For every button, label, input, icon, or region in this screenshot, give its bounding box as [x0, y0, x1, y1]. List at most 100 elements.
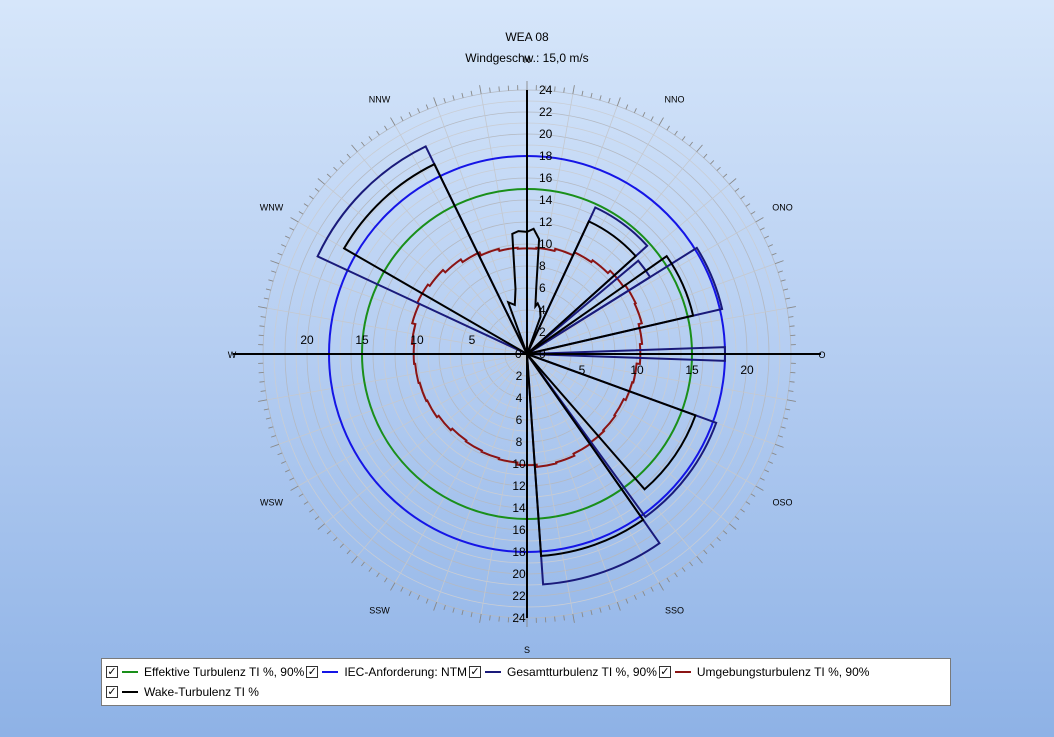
- legend-checkbox[interactable]: ✓: [306, 666, 319, 678]
- outer-tick: [258, 306, 268, 309]
- legend-swatch: [122, 691, 138, 693]
- outer-tick: [581, 612, 584, 618]
- outer-tick: [390, 582, 396, 591]
- radial-tick-label: 18: [512, 545, 526, 559]
- radial-tick-label: 6: [516, 413, 523, 427]
- outer-tick: [263, 408, 269, 411]
- outer-tick: [361, 561, 365, 567]
- outer-tick: [780, 279, 786, 282]
- outer-tick: [788, 390, 794, 392]
- legend-swatch: [674, 671, 691, 673]
- legend-item-effektive[interactable]: ✓ Effektive Turbulenz TI %, 90%: [106, 665, 304, 679]
- outer-tick: [745, 203, 751, 207]
- outer-tick: [710, 543, 715, 548]
- outer-tick: [722, 173, 728, 178]
- legend-label: Gesamtturbulenz TI %, 90%: [507, 665, 657, 679]
- radial-tick-label: 2: [539, 325, 546, 339]
- outer-tick: [572, 613, 575, 623]
- legend-checkbox[interactable]: ✓: [106, 686, 118, 698]
- outer-tick: [260, 316, 266, 318]
- outer-tick: [599, 95, 602, 101]
- outer-tick: [400, 116, 404, 122]
- legend-item-umgebung[interactable]: ✓ Umgebungsturbulenz TI %, 90%: [658, 665, 870, 679]
- polar-chart: 2244668810101212141416161818202022222424…: [228, 55, 826, 655]
- horizontal-tick-label: 5: [579, 363, 586, 377]
- outer-tick: [703, 549, 708, 555]
- outer-tick: [599, 607, 602, 613]
- direction-label: SSO: [665, 605, 684, 615]
- legend-checkbox[interactable]: ✓: [658, 666, 671, 678]
- outer-tick: [783, 417, 789, 420]
- outer-tick: [780, 426, 786, 429]
- legend-swatch: [122, 671, 138, 673]
- outer-tick: [681, 567, 686, 572]
- outer-tick: [764, 469, 769, 473]
- radial-tick-label: 16: [512, 523, 526, 537]
- outer-tick: [674, 572, 678, 578]
- chart-title: WEA 08: [505, 30, 549, 44]
- outer-tick: [289, 227, 295, 231]
- outer-tick: [489, 87, 491, 93]
- direction-label: WSW: [260, 498, 283, 508]
- outer-tick: [390, 117, 396, 126]
- legend-checkbox[interactable]: ✓: [106, 666, 118, 678]
- outer-tick: [674, 130, 678, 136]
- horizontal-tick-label: 20: [740, 363, 754, 377]
- outer-tick: [298, 211, 304, 215]
- outer-tick: [285, 235, 290, 239]
- horizontal-tick-label: 10: [410, 333, 424, 347]
- outer-tick: [408, 112, 412, 117]
- outer-tick: [696, 144, 703, 153]
- outer-tick: [745, 501, 751, 505]
- outer-tick: [317, 178, 326, 185]
- outer-tick: [755, 485, 764, 491]
- outer-tick: [616, 97, 621, 107]
- legend-item-gesamt[interactable]: ✓ Gesamtturbulenz TI %, 90%: [469, 665, 657, 679]
- outer-tick: [326, 173, 332, 178]
- outer-tick: [333, 166, 338, 171]
- outer-tick: [425, 598, 429, 604]
- legend-label: Umgebungsturbulenz TI %, 90%: [696, 665, 870, 679]
- outer-tick: [771, 452, 777, 456]
- outer-tick: [489, 615, 491, 621]
- outer-tick: [740, 508, 745, 513]
- outer-tick: [740, 195, 745, 200]
- radial-tick-label: 4: [516, 391, 523, 405]
- grid-spoke: [278, 353, 528, 445]
- direction-label: SSW: [369, 605, 390, 615]
- legend-checkbox[interactable]: ✓: [469, 666, 482, 678]
- outer-tick: [277, 252, 283, 256]
- chart-subtitle: Windgeschw.: 15,0 m/s: [465, 51, 589, 65]
- radial-tick-label: 12: [539, 215, 553, 229]
- outer-tick: [498, 86, 500, 92]
- radial-tick-label: 4: [539, 303, 546, 317]
- outer-tick: [277, 452, 283, 456]
- outer-tick: [268, 426, 274, 429]
- outer-tick: [728, 178, 737, 185]
- outer-tick: [285, 469, 290, 473]
- outer-tick: [650, 586, 654, 592]
- outer-tick: [268, 279, 274, 282]
- outer-tick: [608, 604, 611, 610]
- outer-tick: [750, 493, 756, 497]
- outer-tick: [767, 460, 773, 464]
- outer-tick: [696, 555, 703, 564]
- outer-tick: [716, 537, 721, 542]
- outer-tick: [789, 325, 795, 327]
- outer-tick: [281, 460, 287, 464]
- outer-tick: [433, 97, 438, 107]
- outer-tick: [433, 601, 438, 611]
- legend-item-wake[interactable]: ✓ Wake-Turbulenz TI %: [106, 685, 259, 699]
- radial-tick-label: 8: [539, 259, 546, 273]
- outer-tick: [271, 435, 277, 438]
- direction-label: ONO: [772, 203, 793, 213]
- outer-tick: [789, 381, 795, 383]
- outer-tick: [703, 153, 708, 159]
- outer-tick: [298, 493, 304, 497]
- outer-tick: [339, 160, 344, 165]
- direction-label: W: [228, 350, 237, 360]
- legend-item-iec[interactable]: ✓ IEC-Anforderung: NTM: [306, 665, 467, 679]
- outer-tick: [774, 443, 784, 448]
- outer-tick: [625, 598, 629, 604]
- outer-tick: [376, 572, 380, 578]
